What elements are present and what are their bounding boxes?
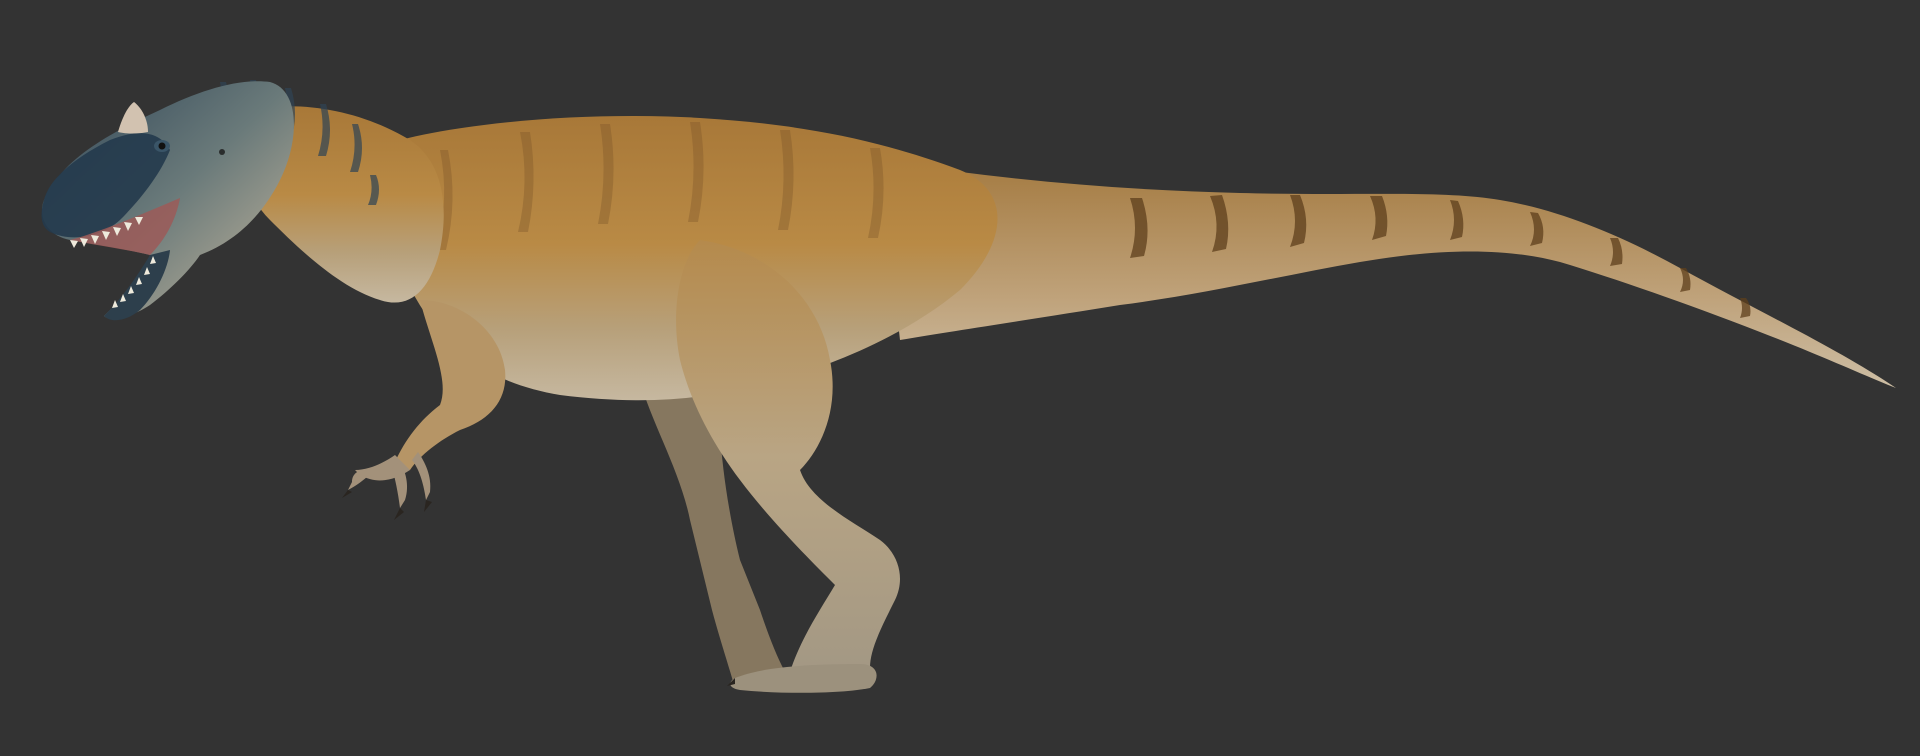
eye-icon [158, 142, 166, 150]
render-viewport [0, 0, 1920, 756]
ear-opening [219, 149, 225, 155]
crest [118, 102, 148, 134]
hand-claw-icon [424, 500, 432, 512]
hand-claw-icon [394, 508, 404, 520]
hand-claw-icon [342, 490, 352, 498]
dinosaur-render [41, 80, 1896, 693]
tail [880, 160, 1896, 388]
forelimb [342, 300, 506, 520]
head [41, 81, 294, 321]
